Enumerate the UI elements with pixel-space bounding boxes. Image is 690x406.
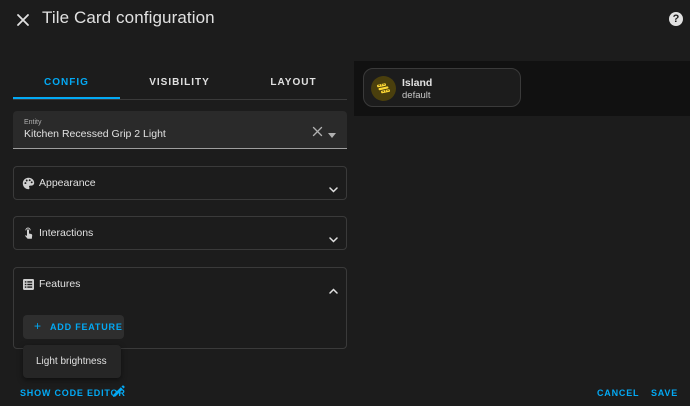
pencil-icon[interactable] [111, 385, 125, 399]
list-box-icon [22, 278, 35, 291]
interactions-panel: Interactions [13, 216, 347, 250]
tile-card-config-dialog: Tile Card configuration ? CONFIG VISIBIL… [0, 0, 690, 406]
help-circle-icon[interactable]: ? [669, 12, 683, 26]
dialog-header: Tile Card configuration ? [0, 0, 690, 40]
add-feature-button[interactable]: + ADD FEATURE [23, 315, 124, 339]
entity-picker[interactable]: Entity Kitchen Recessed Grip 2 Light [13, 111, 347, 149]
dialog-title: Tile Card configuration [42, 8, 215, 28]
tabs-divider [13, 99, 347, 100]
appearance-panel-header[interactable]: Appearance [14, 167, 346, 199]
entity-value[interactable]: Kitchen Recessed Grip 2 Light [24, 128, 166, 140]
cancel-button[interactable]: CANCEL [597, 388, 639, 398]
close-icon[interactable] [12, 9, 34, 31]
show-code-editor-button[interactable]: SHOW CODE EDITOR [20, 388, 126, 398]
tile-name: Island [402, 77, 432, 89]
chevron-down-icon[interactable] [329, 230, 338, 236]
interactions-panel-header[interactable]: Interactions [14, 217, 346, 249]
entity-label: Entity [24, 119, 42, 126]
features-panel: Features + ADD FEATURE [13, 267, 347, 349]
save-button[interactable]: SAVE [651, 388, 678, 398]
light-strip-icon[interactable] [371, 76, 396, 101]
chevron-up-icon[interactable] [329, 281, 338, 287]
config-tabs: CONFIG VISIBILITY LAYOUT [13, 66, 347, 99]
tab-visibility[interactable]: VISIBILITY [126, 66, 233, 99]
chevron-down-icon[interactable] [329, 180, 338, 186]
menu-item-light-brightness[interactable]: Light brightness [23, 345, 121, 378]
menu-down-icon[interactable] [328, 126, 336, 132]
add-feature-label: ADD FEATURE [50, 322, 123, 332]
appearance-title: Appearance [39, 177, 96, 189]
tile-state: default [402, 90, 431, 101]
interactions-title: Interactions [39, 227, 93, 239]
plus-icon: + [34, 319, 41, 333]
gesture-tap-icon [22, 227, 35, 240]
feature-menu: Light brightness [23, 345, 121, 378]
tile-card-preview[interactable]: Island default [363, 68, 521, 107]
appearance-panel: Appearance [13, 166, 347, 200]
tab-config[interactable]: CONFIG [13, 66, 120, 99]
clear-icon[interactable] [312, 124, 323, 135]
palette-icon [22, 177, 35, 190]
tab-layout[interactable]: LAYOUT [240, 66, 347, 99]
features-panel-header[interactable]: Features [14, 268, 346, 300]
features-title: Features [39, 278, 80, 290]
